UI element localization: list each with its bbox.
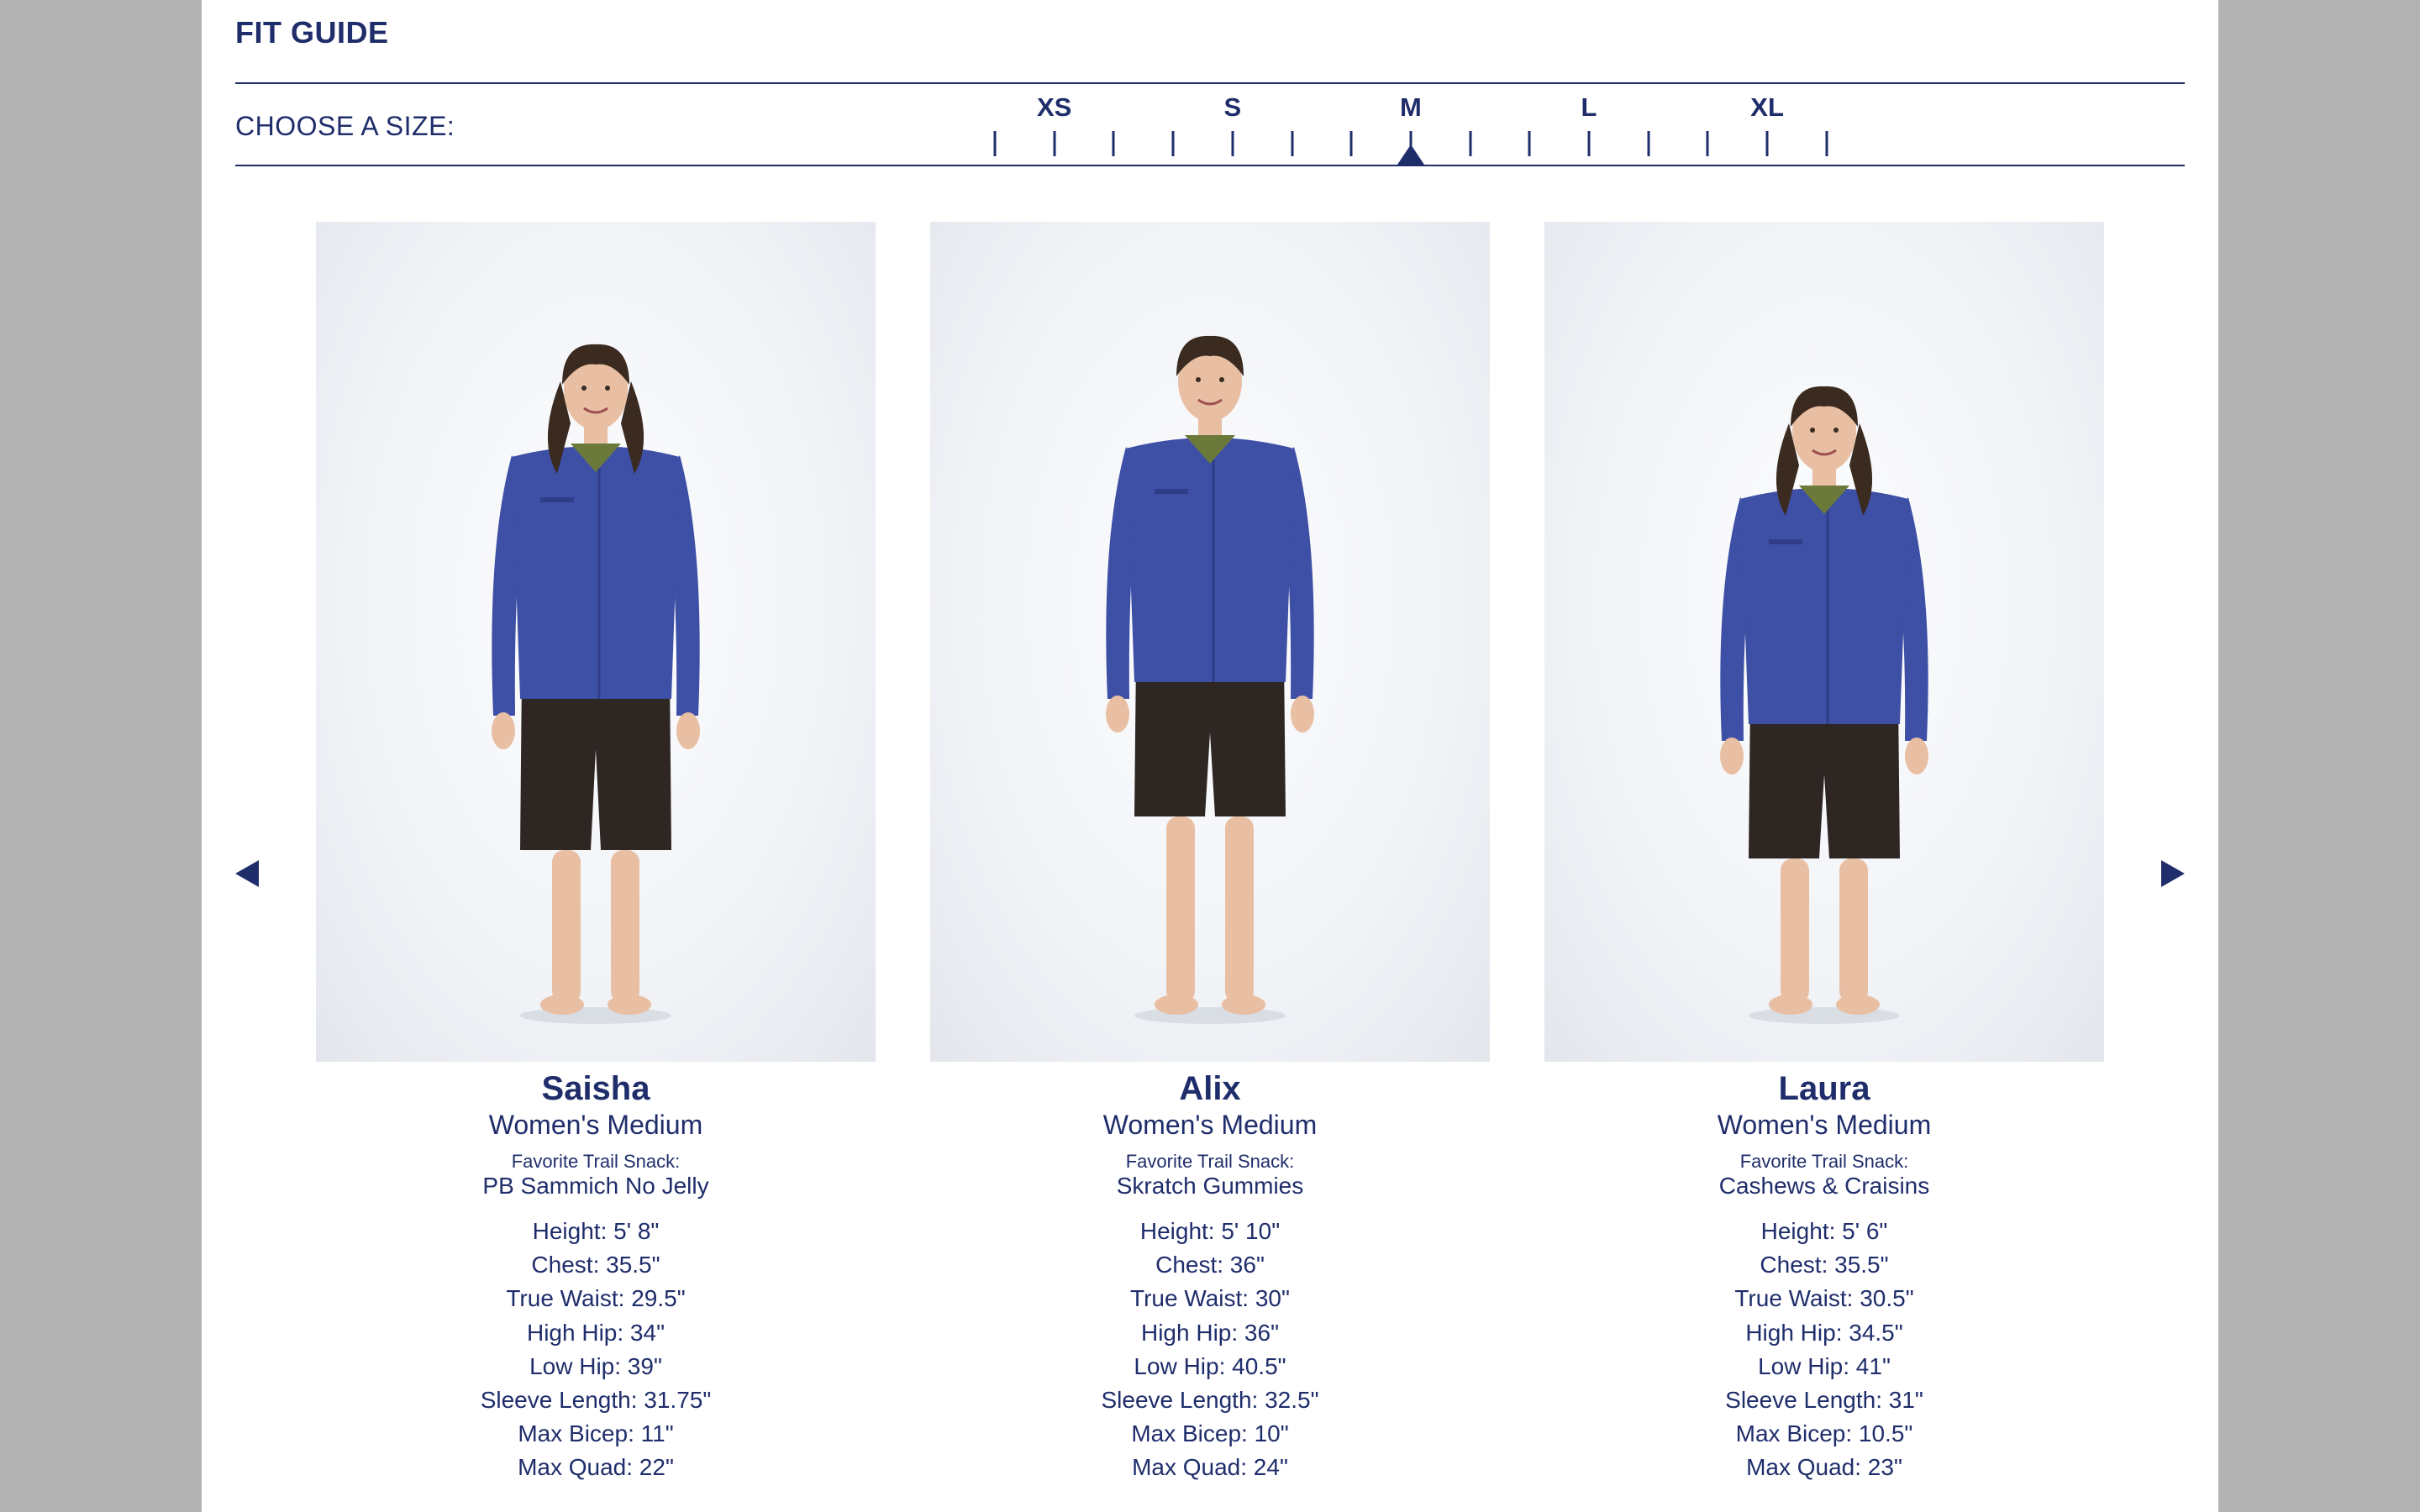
stat-height: Height: 5' 10" <box>1139 1218 1281 1244</box>
fit-guide-panel: FIT GUIDE CHOOSE A SIZE: XS S M L XL Saisha … <box>202 0 2218 1512</box>
size-selector[interactable]: XS S M L XL <box>790 91 1828 166</box>
size-tick[interactable] <box>1706 131 1709 156</box>
stat-max-bicep: Max Bicep: 10.5" <box>1735 1420 1913 1447</box>
model-size: Women's Medium <box>1717 1110 1932 1140</box>
page-title: FIT GUIDE <box>235 15 389 50</box>
stat-high-hip: High Hip: 34.5" <box>1745 1319 1903 1346</box>
stat-height: Height: 5' 6" <box>1760 1218 1888 1244</box>
size-option-xs[interactable]: XS <box>1037 92 1071 123</box>
size-option-xl[interactable]: XL <box>1750 92 1784 123</box>
stat-sleeve-length: Sleeve Length: 31.75" <box>480 1387 712 1414</box>
stat-max-quad: Max Quad: 22" <box>518 1454 674 1481</box>
size-tick[interactable] <box>1647 131 1650 156</box>
size-tick[interactable] <box>993 131 997 156</box>
model-card-alix: Alix Women's Medium Favorite Trail Snack… <box>930 222 1490 1485</box>
stat-chest: Chest: 35.5" <box>1760 1252 1889 1278</box>
stat-max-quad: Max Quad: 23" <box>1746 1454 1902 1481</box>
stat-high-hip: High Hip: 36" <box>1140 1319 1280 1346</box>
model-card-laura: Laura Women's Medium Favorite Trail Snac… <box>1544 222 2104 1485</box>
stat-low-hip: Low Hip: 39" <box>529 1352 662 1379</box>
model-name: Saisha <box>541 1070 650 1107</box>
stat-low-hip: Low Hip: 40.5" <box>1134 1352 1286 1379</box>
snack-label: Favorite Trail Snack: <box>1739 1151 1909 1172</box>
stat-high-hip: High Hip: 34" <box>526 1319 666 1346</box>
stat-sleeve-length: Sleeve Length: 31" <box>1725 1387 1923 1414</box>
snack-value: PB Sammich No Jelly <box>482 1173 709 1199</box>
size-tick[interactable] <box>1469 131 1472 156</box>
model-card-saisha: Saisha Women's Medium Favorite Trail Sna… <box>316 222 876 1485</box>
model-size: Women's Medium <box>488 1110 703 1140</box>
size-tick[interactable] <box>1765 131 1769 156</box>
divider-top <box>235 82 2185 84</box>
stat-height: Height: 5' 8" <box>532 1218 660 1244</box>
stat-chest: Chest: 36" <box>1155 1252 1265 1278</box>
model-photo <box>316 222 876 1062</box>
stat-true-waist: True Waist: 30.5" <box>1734 1285 1914 1312</box>
model-size: Women's Medium <box>1102 1110 1318 1140</box>
size-tick[interactable] <box>1587 131 1591 156</box>
measurements-list: Height: 5' 8" Chest: 35.5" True Waist: 2… <box>316 1215 876 1485</box>
divider-bottom <box>235 165 2185 166</box>
size-option-m[interactable]: M <box>1400 92 1422 123</box>
size-tick[interactable] <box>1528 131 1531 156</box>
size-tick[interactable] <box>1825 131 1828 156</box>
measurements-list: Height: 5' 10" Chest: 36" True Waist: 30… <box>930 1215 1490 1485</box>
size-tick[interactable] <box>1112 131 1115 156</box>
triangle-right-icon[interactable] <box>2161 860 2185 887</box>
stat-max-quad: Max Quad: 24" <box>1132 1454 1288 1481</box>
stat-true-waist: True Waist: 29.5" <box>506 1285 686 1312</box>
model-photo <box>930 222 1490 1062</box>
size-option-l[interactable]: L <box>1581 92 1597 123</box>
model-photo <box>1544 222 2104 1062</box>
stat-low-hip: Low Hip: 41" <box>1758 1352 1891 1379</box>
triangle-left-icon[interactable] <box>235 860 259 887</box>
stat-max-bicep: Max Bicep: 11" <box>518 1420 674 1447</box>
model-name: Laura <box>1778 1070 1870 1107</box>
size-option-s[interactable]: S <box>1223 92 1241 123</box>
size-tick[interactable] <box>1349 131 1353 156</box>
stat-chest: Chest: 35.5" <box>531 1252 660 1278</box>
snack-label: Favorite Trail Snack: <box>511 1151 681 1172</box>
snack-value: Skratch Gummies <box>1116 1173 1304 1199</box>
stat-max-bicep: Max Bicep: 10" <box>1131 1420 1289 1447</box>
measurements-list: Height: 5' 6" Chest: 35.5" True Waist: 3… <box>1544 1215 2104 1485</box>
size-tick[interactable] <box>1291 131 1293 156</box>
snack-label: Favorite Trail Snack: <box>1125 1151 1295 1172</box>
selected-size-marker <box>1397 144 1424 165</box>
size-tick[interactable] <box>1231 131 1234 156</box>
size-tick[interactable] <box>1053 131 1056 156</box>
stat-true-waist: True Waist: 30" <box>1130 1285 1290 1312</box>
choose-size-label: CHOOSE A SIZE: <box>235 111 455 141</box>
snack-value: Cashews & Craisins <box>1718 1173 1930 1199</box>
stat-sleeve-length: Sleeve Length: 32.5" <box>1101 1387 1319 1414</box>
size-tick[interactable] <box>1171 131 1175 156</box>
model-name: Alix <box>1179 1070 1241 1107</box>
